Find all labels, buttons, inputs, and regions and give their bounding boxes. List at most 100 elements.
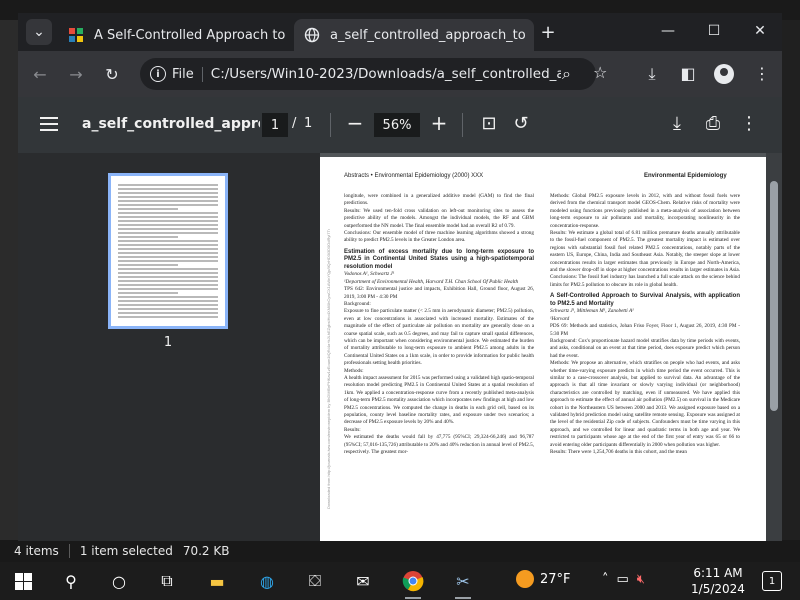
download-icon[interactable]: ⤓ bbox=[666, 113, 688, 134]
thumbnail-text-line bbox=[118, 228, 218, 230]
paragraph: Methods: We propose an alternative, whic… bbox=[550, 360, 740, 448]
pdf-toolbar: a_self_controlled_appro... 1 / 1 − 56% +… bbox=[18, 97, 782, 153]
paragraph: Results: We estimate a global total of 6… bbox=[550, 230, 740, 288]
author-line: Vodonos A¹, Schwartz J¹ bbox=[344, 271, 395, 278]
items-count: 4 items bbox=[14, 544, 59, 558]
colorful-grid-icon bbox=[69, 28, 83, 42]
mail-icon[interactable]: ✉ bbox=[350, 568, 376, 594]
snipping-tool-icon[interactable]: ✂ bbox=[450, 568, 476, 599]
paragraph: PDS 69: Methods and statistics, Johan Fr… bbox=[550, 323, 740, 337]
thumbnail-text-line bbox=[118, 184, 218, 186]
thumbnail-text-line bbox=[118, 232, 218, 234]
network-icon[interactable]: ▭ bbox=[617, 572, 629, 587]
url-text[interactable]: C:/Users/Win10-2023/Downloads/a_self_con… bbox=[211, 66, 561, 82]
cortana-icon[interactable]: ○ bbox=[106, 568, 132, 594]
profile-avatar-icon[interactable] bbox=[714, 64, 734, 84]
chrome-icon[interactable] bbox=[400, 568, 426, 599]
page-number-input[interactable]: 1 bbox=[262, 113, 288, 137]
thumbnail-text-line bbox=[118, 240, 218, 242]
thumbnail-text-line bbox=[118, 268, 218, 270]
notification-center-icon[interactable]: 1 bbox=[762, 571, 782, 591]
zoom-level-input[interactable]: 56% bbox=[374, 113, 420, 137]
zoom-in-button[interactable]: + bbox=[428, 111, 450, 135]
maximize-icon[interactable]: ☐ bbox=[704, 23, 724, 39]
pdf-viewer: 1 Abstracts • Environmental Epidemiology… bbox=[18, 153, 782, 541]
thumbnail-label: 1 bbox=[163, 335, 173, 350]
chevron-up-icon[interactable]: ˄ bbox=[602, 572, 609, 587]
status-divider bbox=[68, 544, 70, 558]
paragraph: We estimated the deaths would fall by 47… bbox=[344, 434, 534, 456]
tab-search-button[interactable]: ⌄ bbox=[26, 19, 52, 45]
thumbnail-text-line bbox=[118, 204, 218, 206]
page-separator: / bbox=[292, 116, 297, 131]
reload-icon[interactable]: ↻ bbox=[102, 65, 122, 84]
bookmark-star-icon[interactable]: ☆ bbox=[593, 63, 607, 82]
thumbnail-text-line bbox=[118, 304, 218, 306]
info-icon[interactable]: i bbox=[150, 66, 166, 82]
paragraph: A health impact assessment for 2015 was … bbox=[344, 375, 534, 426]
print-icon[interactable]: ⎙ bbox=[702, 113, 724, 134]
sun-icon bbox=[516, 570, 534, 588]
zoom-icon[interactable]: ⌕ bbox=[562, 64, 571, 84]
thumbnail-text-line bbox=[118, 208, 178, 210]
clock-time: 6:11 AM bbox=[693, 566, 743, 580]
thumbnail-text-line bbox=[118, 216, 218, 218]
search-icon[interactable]: ⚲ bbox=[58, 568, 84, 594]
edge-icon[interactable]: ◍ bbox=[254, 568, 280, 594]
thumbnail-text-line bbox=[118, 272, 218, 274]
rotate-icon[interactable]: ↺ bbox=[510, 113, 532, 134]
toolbar-divider bbox=[462, 113, 463, 137]
paragraph: Background: Cox's proportionate hazard m… bbox=[550, 337, 740, 359]
download-watermark: Downloaded from http://journals.lww.com/… bbox=[326, 229, 331, 509]
side-panel-icon[interactable]: ◧ bbox=[678, 64, 698, 83]
author-line: ¹Harvard bbox=[550, 315, 570, 322]
page-header-left: Abstracts • Environmental Epidemiology (… bbox=[344, 173, 484, 179]
more-actions-icon[interactable]: ⋮ bbox=[738, 113, 760, 134]
menu-icon[interactable] bbox=[40, 117, 58, 131]
selected-count: 1 item selected bbox=[79, 544, 173, 558]
chrome-logo-icon bbox=[402, 571, 424, 592]
page-thumbnail[interactable] bbox=[108, 173, 228, 329]
clock[interactable]: 6:11 AM 1/5/2024 bbox=[688, 565, 748, 597]
volume-muted-icon[interactable]: 🔇︎ bbox=[637, 572, 645, 587]
weather-widget[interactable]: 27°F bbox=[516, 570, 571, 588]
tab-strip: ⌄ A Self-Controlled Approach to a_self_c… bbox=[18, 13, 782, 51]
start-button[interactable] bbox=[10, 568, 36, 594]
store-icon[interactable]: ⛋ bbox=[302, 568, 328, 594]
zoom-out-button[interactable]: − bbox=[344, 111, 366, 135]
close-window-icon[interactable]: ✕ bbox=[750, 23, 770, 39]
paragraph: longitude, were combined in a generalize… bbox=[344, 193, 534, 207]
new-tab-button[interactable]: + bbox=[538, 22, 558, 43]
address-bar[interactable]: i File C:/Users/Win10-2023/Downloads/a_s… bbox=[140, 58, 596, 90]
thumbnail-text-line bbox=[118, 224, 218, 226]
globe-icon bbox=[304, 27, 320, 43]
more-menu-icon[interactable]: ⋮ bbox=[752, 64, 772, 83]
thumbnail-text-line bbox=[118, 244, 218, 246]
tab-article[interactable]: A Self-Controlled Approach to bbox=[58, 19, 290, 51]
thumbnail-text-line bbox=[118, 212, 218, 214]
section-heading: Estimation of excess mortality due to lo… bbox=[344, 248, 534, 270]
fit-page-icon[interactable]: ⊡ bbox=[478, 113, 500, 134]
file-explorer-icon[interactable]: ▬ bbox=[204, 568, 230, 594]
back-arrow-icon[interactable]: ← bbox=[30, 65, 50, 84]
thumbnail-text-line bbox=[118, 252, 218, 254]
thumbnail-text-line bbox=[118, 284, 218, 286]
scrollbar-thumb[interactable] bbox=[770, 181, 778, 411]
scrollbar[interactable] bbox=[766, 153, 782, 541]
tab-pdf[interactable]: a_self_controlled_approach_to ✕ bbox=[294, 19, 534, 51]
thumbnail-text-line bbox=[118, 236, 178, 238]
pdf-page: Abstracts • Environmental Epidemiology (… bbox=[320, 157, 766, 541]
download-icon[interactable]: ⤓ bbox=[642, 64, 662, 84]
thumbnail-text-line bbox=[118, 264, 178, 266]
paragraph: TPS 642: Environmental justice and impac… bbox=[344, 286, 534, 300]
task-view-icon[interactable]: ⧉ bbox=[154, 568, 180, 594]
paragraph: Exposure to fine particulate matter (< 2… bbox=[344, 308, 534, 367]
close-tab-icon[interactable]: ✕ bbox=[526, 27, 535, 43]
minimize-icon[interactable]: — bbox=[658, 23, 678, 39]
tab-title: A Self-Controlled Approach to bbox=[94, 27, 286, 43]
pdf-title: a_self_controlled_appro... bbox=[82, 116, 260, 132]
forward-arrow-icon[interactable]: → bbox=[66, 65, 86, 84]
thumbnail-text-line bbox=[118, 256, 218, 258]
weather-temp: 27°F bbox=[540, 571, 571, 587]
file-chip: File bbox=[172, 66, 203, 82]
